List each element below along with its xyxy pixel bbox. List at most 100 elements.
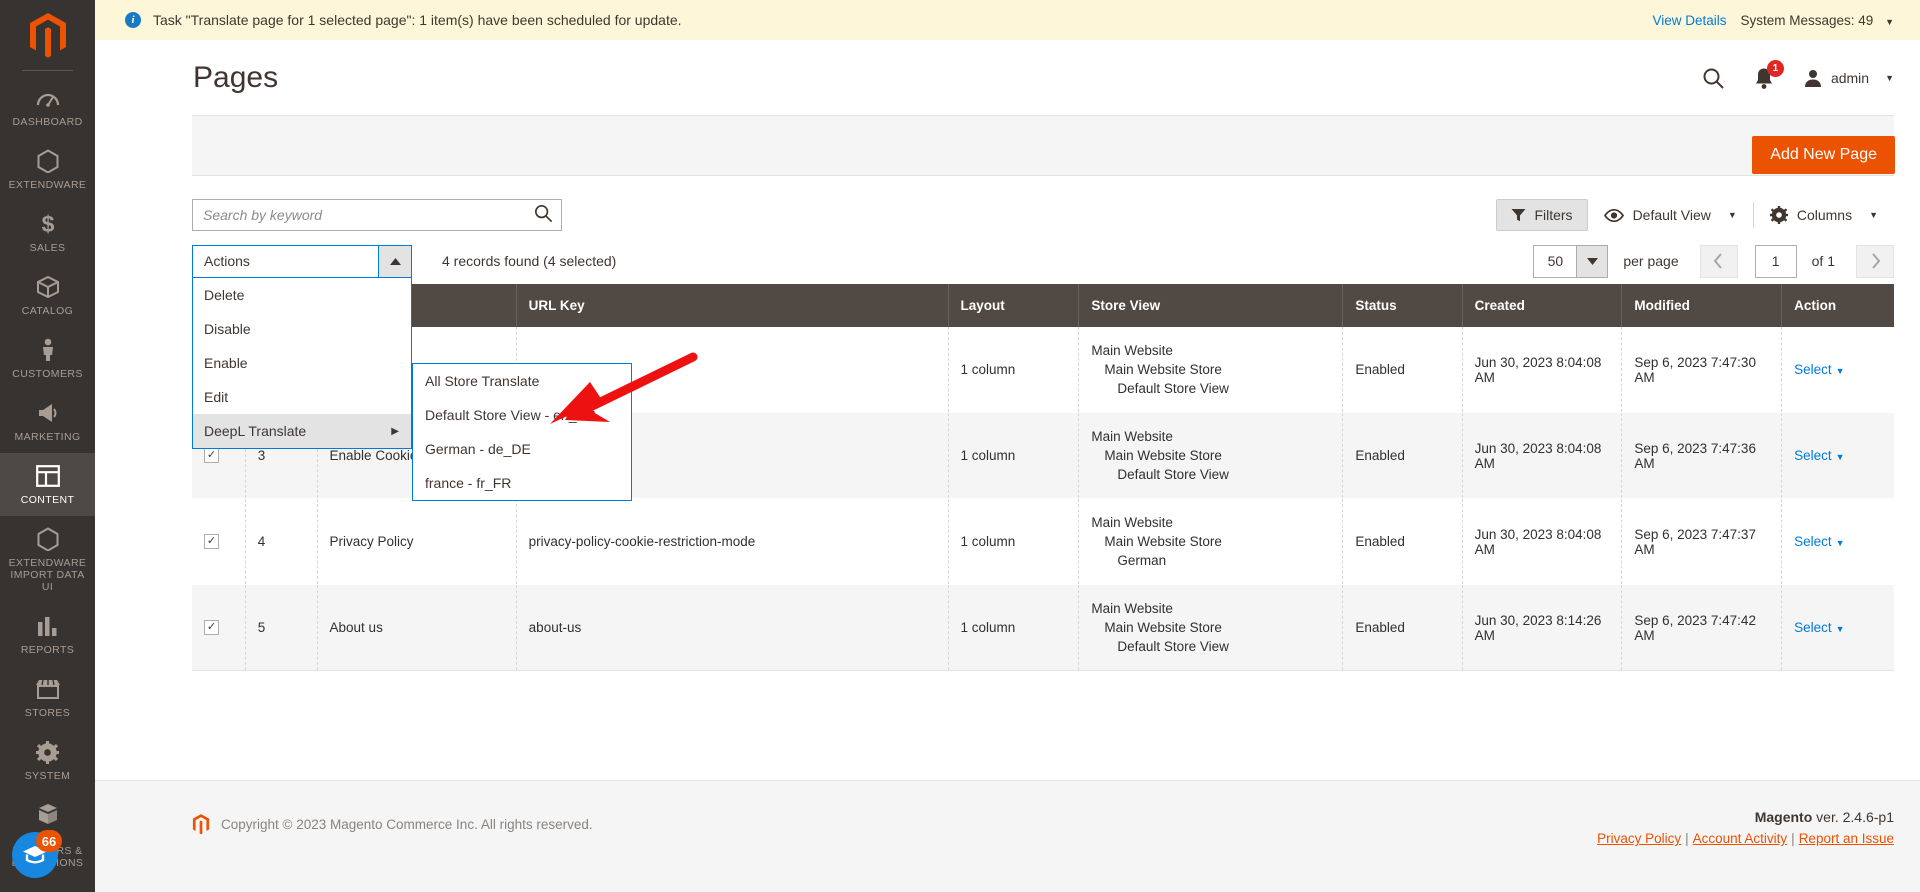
sidebar-item-label: SALES <box>29 242 66 254</box>
grid-header-row: IDTitleURL KeyLayoutStore ViewStatusCrea… <box>192 284 1894 327</box>
sidebar-item-label: DASHBOARD <box>12 116 83 128</box>
per-page-select[interactable]: 50 <box>1533 244 1609 278</box>
chevron-up-icon[interactable] <box>378 245 411 277</box>
cell-action[interactable]: Select ▼ <box>1781 412 1894 499</box>
row-select-link[interactable]: Select <box>1794 448 1832 463</box>
megaphone-icon <box>36 401 60 425</box>
sidebar-items: DASHBOARD EXTENDWARE $ SALES CATALOG CUSTOMER… <box>0 75 95 879</box>
cell-modified: Sep 6, 2023 7:47:30 AM <box>1621 327 1783 413</box>
deepl-translate-submenu: All Store Translate Default Store View - … <box>412 363 632 501</box>
cell-layout: 1 column <box>948 412 1080 499</box>
sidebar-item-sales[interactable]: $ SALES <box>0 201 95 264</box>
sidebar-item-stores[interactable]: STORES <box>0 666 95 729</box>
sidebar-item-customers[interactable]: CUSTOMERS <box>0 327 95 390</box>
columns-label: Columns <box>1796 207 1853 223</box>
sidebar-item-content[interactable]: CONTENT <box>0 453 95 516</box>
chevron-down-icon[interactable] <box>1576 245 1608 277</box>
cell-store-view: Main Website Main Website Store German <box>1078 498 1344 585</box>
sidebar-item-extendware[interactable]: EXTENDWARE <box>0 138 95 201</box>
submenu-item-german-de-de[interactable]: German - de_DE <box>413 432 631 466</box>
footer-link-privacy-policy[interactable]: Privacy Policy <box>1597 831 1681 846</box>
action-item-deepl-translate[interactable]: DeepL Translate ▶ <box>193 414 411 448</box>
store-view-line: Main Website <box>1091 343 1173 358</box>
row-select-link[interactable]: Select <box>1794 534 1832 549</box>
column-header-status[interactable]: Status <box>1342 284 1463 327</box>
search-icon[interactable] <box>533 203 553 228</box>
cell-modified: Sep 6, 2023 7:47:37 AM <box>1621 498 1783 585</box>
mass-actions-select[interactable]: Actions <box>192 244 412 278</box>
sidebar-item-reports[interactable]: REPORTS <box>0 603 95 666</box>
submenu-item-france-fr-fr[interactable]: france - fr_FR <box>413 466 631 500</box>
cell-action[interactable]: Select ▼ <box>1781 498 1894 585</box>
prev-page-button[interactable] <box>1699 244 1738 278</box>
page-total-label: of 1 <box>1811 253 1835 269</box>
next-page-button[interactable] <box>1856 244 1894 278</box>
table-row[interactable]: ✓ 5 About us about-us 1 column Main Website Ma… <box>192 584 1894 671</box>
row-checkbox[interactable]: ✓ <box>204 620 219 635</box>
cell-store-view: Main Website Main Website Store Default St… <box>1078 584 1344 671</box>
column-header-url-key[interactable]: URL Key <box>516 284 949 327</box>
page-title: Pages <box>193 61 279 94</box>
column-header-modified[interactable]: Modified <box>1621 284 1783 327</box>
row-checkbox-cell[interactable]: ✓ <box>192 584 246 671</box>
store-view-line: Main Website Store <box>1104 448 1222 463</box>
store-view-line: Main Website <box>1091 601 1173 616</box>
sidebar-item-system[interactable]: SYSTEM <box>0 729 95 792</box>
sidebar-item-dashboard[interactable]: DASHBOARD <box>0 75 95 138</box>
footer-link-report-an-issue[interactable]: Report an Issue <box>1799 831 1894 846</box>
sidebar-item-marketing[interactable]: MARKETING <box>0 390 95 453</box>
cell-action[interactable]: Select ▼ <box>1781 327 1894 413</box>
info-icon: i <box>125 12 141 28</box>
row-checkbox[interactable]: ✓ <box>204 534 219 549</box>
sidebar-item-extendware-import-data-ui[interactable]: EXTENDWARE IMPORT DATA UI <box>0 516 95 603</box>
keyword-search-box[interactable] <box>192 199 562 231</box>
chevron-down-icon: ▼ <box>1835 366 1845 376</box>
filters-button[interactable]: Filters <box>1496 199 1588 231</box>
footer-link-account-activity[interactable]: Account Activity <box>1693 831 1788 846</box>
dollar-icon: $ <box>40 212 56 236</box>
system-messages-toggle[interactable]: System Messages: 49 ▼ <box>1741 13 1895 28</box>
view-details-link[interactable]: View Details <box>1652 13 1726 28</box>
chevron-left-icon <box>1713 253 1722 269</box>
submenu-item-all-store-translate[interactable]: All Store Translate <box>413 364 631 398</box>
row-checkbox-cell[interactable]: ✓ <box>192 498 246 585</box>
gear-icon <box>1769 206 1788 224</box>
action-item-enable[interactable]: Enable <box>193 346 411 380</box>
column-header-action[interactable]: Action <box>1781 284 1894 327</box>
search-input[interactable] <box>203 207 533 223</box>
submenu-item-default-store-view-en-us[interactable]: Default Store View - en_US <box>413 398 631 432</box>
filters-label: Filters <box>1534 207 1573 223</box>
column-header-store-view[interactable]: Store View <box>1078 284 1344 327</box>
records-found-text: 4 records found (4 selected) <box>442 253 617 269</box>
row-select-link[interactable]: Select <box>1794 362 1832 377</box>
page-number-input[interactable]: 1 <box>1754 244 1797 278</box>
search-icon[interactable] <box>1701 66 1725 90</box>
table-row[interactable]: ✓ 4 Privacy Policy privacy-policy-cookie-re… <box>192 498 1894 585</box>
sidebar-item-label: STORES <box>24 707 71 719</box>
sidebar-item-catalog[interactable]: CATALOG <box>0 264 95 327</box>
dashboard-icon <box>36 86 60 110</box>
caret-down-glyph <box>1586 257 1598 265</box>
default-view-menu[interactable]: Default View ▼ <box>1588 199 1753 231</box>
action-item-edit[interactable]: Edit <box>193 380 411 414</box>
sidebar-item-label: REPORTS <box>20 644 75 656</box>
main-content-area: i Task "Translate page for 1 selected pa… <box>95 0 1920 892</box>
column-header-created[interactable]: Created <box>1462 284 1623 327</box>
grid-view-controls: Filters Default View ▼ Columns ▼ <box>1496 199 1894 231</box>
action-item-delete[interactable]: Delete <box>193 278 411 312</box>
admin-user-menu[interactable]: admin ▼ <box>1803 68 1894 88</box>
page-footer: Copyright © 2023 Magento Commerce Inc. A… <box>95 780 1920 892</box>
cell-status: Enabled <box>1342 584 1463 671</box>
add-new-page-button[interactable]: Add New Page <box>1752 136 1895 174</box>
columns-menu[interactable]: Columns ▼ <box>1754 199 1894 231</box>
magento-logo[interactable] <box>0 0 95 64</box>
version-text: ver. 2.4.6-p1 <box>1812 809 1894 825</box>
action-item-disable[interactable]: Disable <box>193 312 411 346</box>
notifications-bell-icon[interactable]: 1 <box>1753 59 1784 90</box>
row-select-link[interactable]: Select <box>1794 620 1832 635</box>
column-header-layout[interactable]: Layout <box>948 284 1080 327</box>
row-checkbox[interactable]: ✓ <box>204 448 219 463</box>
sidebar-item-label: CATALOG <box>21 305 74 317</box>
gear-icon <box>36 740 59 764</box>
cell-action[interactable]: Select ▼ <box>1781 584 1894 671</box>
